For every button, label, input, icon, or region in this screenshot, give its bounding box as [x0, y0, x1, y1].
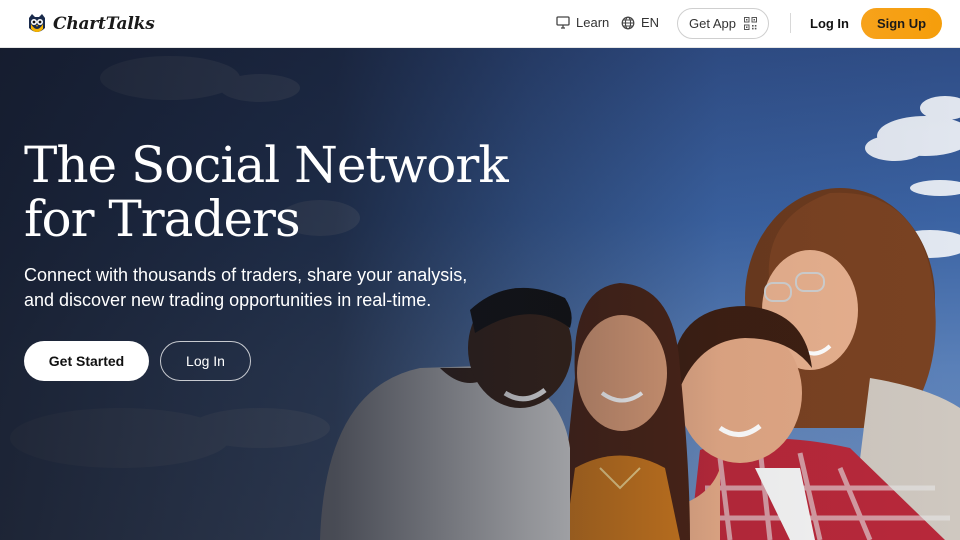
nav-learn-link[interactable]: Learn: [556, 15, 609, 30]
header-login-link[interactable]: Log In: [810, 16, 849, 31]
owl-logo-icon: [29, 14, 45, 32]
qr-code-icon: [743, 17, 757, 30]
hero-subtitle: Connect with thousands of traders, share…: [24, 263, 544, 313]
language-selector[interactable]: EN: [621, 15, 659, 30]
nav-divider: [790, 13, 791, 33]
brand-name: ChartTalks: [53, 14, 155, 34]
top-navbar: ChartTalks Learn EN Get App Log In Sign …: [0, 0, 960, 48]
globe-icon: [621, 16, 635, 29]
brand-link[interactable]: ChartTalks: [26, 12, 155, 36]
monitor-icon: [556, 16, 570, 29]
hero-section: The Social Network for Traders Connect w…: [0, 48, 960, 540]
get-started-button[interactable]: Get Started: [24, 341, 149, 381]
hero-title-line2: for Traders: [24, 190, 301, 248]
get-app-button[interactable]: Get App: [677, 8, 769, 39]
hero-title: The Social Network for Traders: [24, 138, 544, 246]
hero-login-button[interactable]: Log In: [160, 341, 251, 381]
get-app-label: Get App: [689, 16, 736, 31]
hero-subtitle-line2: and discover new trading opportunities i…: [24, 290, 432, 310]
nav-learn-label: Learn: [576, 15, 610, 30]
language-label: EN: [641, 15, 660, 30]
hero-subtitle-line1: Connect with thousands of traders, share…: [24, 265, 468, 285]
signup-button[interactable]: Sign Up: [861, 8, 942, 39]
hero-title-line1: The Social Network: [24, 136, 509, 194]
